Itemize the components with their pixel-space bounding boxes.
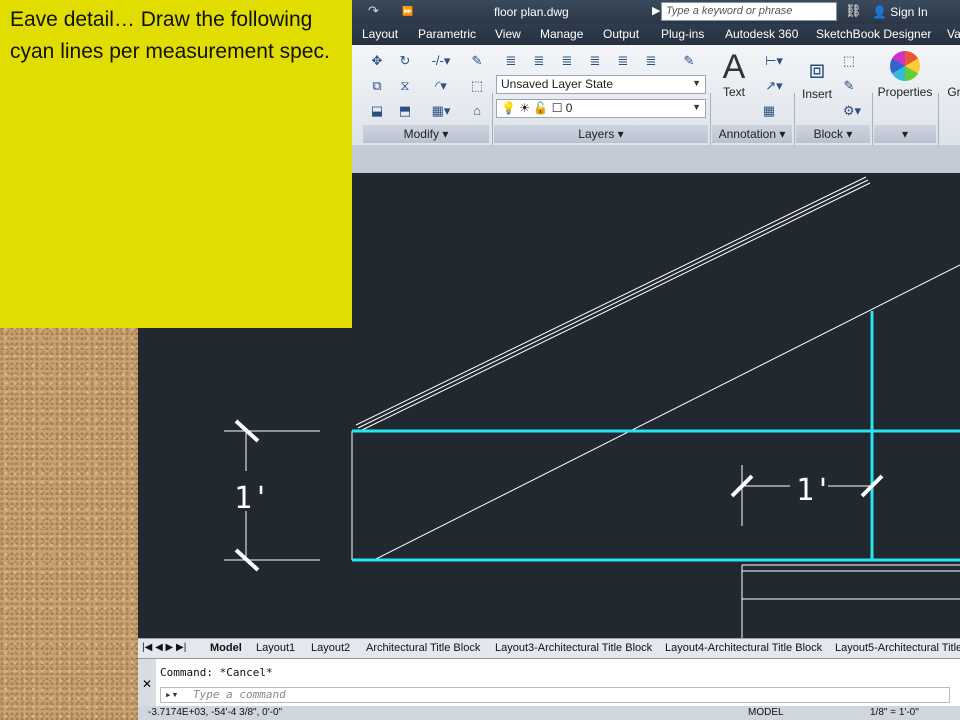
panel-properties-expand[interactable]: ▾	[874, 125, 936, 143]
lightbulb-icon: 💡	[501, 101, 516, 115]
tab-architectural-title-block[interactable]: Architectural Title Block	[366, 642, 480, 654]
expand-icon[interactable]: ⏩	[402, 6, 413, 17]
layer-iso-icon[interactable]: ≣	[528, 50, 550, 72]
table-icon[interactable]: ▦	[758, 100, 780, 122]
sign-in-button[interactable]: 👤 Sign In	[872, 5, 928, 19]
tab-layout5[interactable]: Layout5-Architectural Title	[835, 642, 960, 654]
text-icon: A	[722, 48, 746, 86]
panel-layers[interactable]: Layers ▾	[494, 125, 708, 143]
command-line: ✕ Command: *Cancel* ▸▾ Type a command	[138, 658, 960, 707]
explode-icon[interactable]: ⬚	[466, 75, 488, 97]
insert-button[interactable]: ⧈ Insert	[798, 51, 836, 101]
coordinates-readout: -3.7174E+03, -54'-4 3/8", 0'-0"	[148, 707, 283, 718]
chevron-down-icon: ▼	[692, 102, 701, 112]
attribute-icon[interactable]: ⚙▾	[838, 100, 866, 122]
trim-icon[interactable]: -/-▾	[422, 50, 460, 72]
scale-icon[interactable]: ⬒	[394, 100, 416, 122]
tab-layout3[interactable]: Layout3-Architectural Title Block	[495, 642, 652, 654]
tab-model[interactable]: Model	[210, 642, 242, 654]
insert-icon: ⧈	[808, 54, 826, 84]
user-icon: 👤	[872, 5, 887, 19]
offset-icon[interactable]: ⌂	[466, 100, 488, 122]
panel-annotation[interactable]: Annotation ▾	[712, 125, 792, 143]
edit-block-icon[interactable]: ✎	[838, 75, 860, 97]
redo-icon[interactable]: ↷	[368, 3, 379, 19]
fillet-icon[interactable]: ◜▾	[422, 75, 460, 97]
group-button[interactable]: Gr	[944, 85, 960, 99]
tab-layout1[interactable]: Layout1	[256, 642, 295, 654]
text-button[interactable]: A Text	[716, 49, 752, 99]
command-line-grip[interactable]: ✕	[138, 659, 156, 707]
move-icon[interactable]: ✥	[366, 50, 388, 72]
search-input[interactable]: Type a keyword or phrase	[661, 2, 837, 21]
tab-sketchbook[interactable]: SketchBook Designer	[816, 27, 931, 41]
layer-dropdown[interactable]: 💡 ☀ 🔓 ☐ 0 ▼	[496, 99, 706, 118]
tab-layout[interactable]: Layout	[362, 27, 398, 41]
layer-lock-icon[interactable]: ≣	[612, 50, 634, 72]
copy-icon[interactable]: ⧉	[366, 75, 388, 97]
tab-manage[interactable]: Manage	[540, 27, 583, 41]
model-button[interactable]: MODEL	[748, 707, 784, 718]
instruction-note: Eave detail… Draw the following cyan lin…	[0, 0, 352, 328]
tab-nav-arrows[interactable]: |◀ ◀ ▶ ▶|	[142, 642, 186, 653]
close-icon[interactable]: ✕	[138, 677, 156, 691]
stretch-icon[interactable]: ⬓	[366, 100, 388, 122]
rafter-line	[357, 179, 869, 429]
layer-match-icon[interactable]: ≣	[640, 50, 662, 72]
vertical-dimension-text: 1'	[234, 481, 270, 516]
binoculars-icon[interactable]: ⛓	[845, 3, 862, 19]
create-block-icon[interactable]: ⬚	[838, 50, 860, 72]
status-bar: -3.7174E+03, -54'-4 3/8", 0'-0" MODEL 1/…	[138, 706, 960, 720]
panel-block[interactable]: Block ▾	[796, 125, 870, 143]
layer-erase-icon[interactable]: ✎	[678, 50, 700, 72]
rafter-line	[359, 182, 871, 432]
tab-plugins[interactable]: Plug-ins	[661, 27, 704, 41]
layer-off-icon[interactable]: ≣	[584, 50, 606, 72]
annotation-scale[interactable]: 1/8" = 1'-0"	[870, 707, 919, 718]
search-expand-icon[interactable]: ▶	[652, 4, 660, 17]
chevron-down-icon: ▼	[692, 78, 701, 88]
tab-parametric[interactable]: Parametric	[418, 27, 476, 41]
tab-view[interactable]: View	[495, 27, 521, 41]
command-history: Command: *Cancel*	[160, 666, 273, 679]
unlock-icon: 🔓	[533, 101, 549, 115]
sun-icon: ☀	[519, 101, 531, 115]
layer-freeze-icon[interactable]: ≣	[556, 50, 578, 72]
file-title: floor plan.dwg	[494, 5, 569, 19]
tab-autodesk-360[interactable]: Autodesk 360	[725, 27, 798, 41]
command-input[interactable]: ▸▾ Type a command	[160, 687, 950, 703]
leader-icon[interactable]: ↗▾	[758, 75, 790, 97]
tab-layout2[interactable]: Layout2	[311, 642, 350, 654]
mirror-icon[interactable]: ⧖	[394, 75, 416, 97]
horizontal-dimension-text: 1'	[796, 473, 832, 508]
prompt-icon: ▸▾	[165, 688, 179, 701]
dimension-icon[interactable]: ⊢▾	[758, 50, 790, 72]
color-wheel-icon	[890, 51, 920, 81]
tab-va[interactable]: Va	[947, 27, 960, 41]
rafter-line	[355, 176, 867, 426]
rotate-icon[interactable]: ↻	[394, 50, 416, 72]
tab-layout4[interactable]: Layout4-Architectural Title Block	[665, 642, 822, 654]
layout-tab-bar: |◀ ◀ ▶ ▶| Model Layout1 Layout2 Architec…	[138, 638, 960, 659]
panel-modify[interactable]: Modify ▾	[363, 125, 489, 143]
properties-button[interactable]: Properties	[876, 49, 934, 99]
array-icon[interactable]: ▦▾	[422, 100, 460, 122]
layer-state-dropdown[interactable]: Unsaved Layer State ▼	[496, 75, 706, 94]
tab-output[interactable]: Output	[603, 27, 639, 41]
layer-properties-icon[interactable]: ≣	[500, 50, 522, 72]
erase-icon[interactable]: ✎	[466, 50, 488, 72]
